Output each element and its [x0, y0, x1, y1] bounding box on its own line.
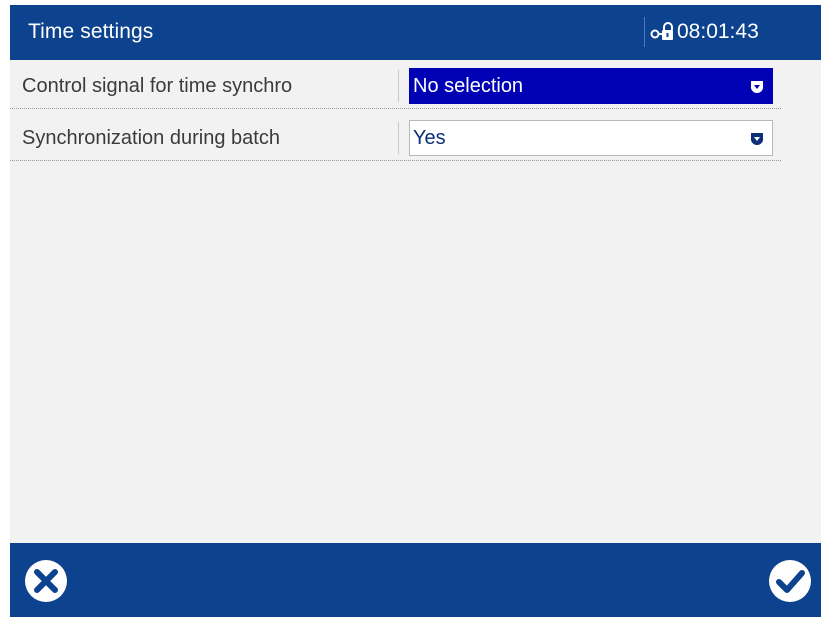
row-divider: [398, 70, 399, 102]
title-divider: [644, 17, 645, 47]
control-signal-dropdown[interactable]: No selection: [409, 68, 773, 104]
checkmark-icon: [769, 560, 811, 602]
batch-sync-dropdown[interactable]: Yes: [409, 120, 773, 156]
setting-label: Control signal for time synchro: [22, 75, 293, 97]
dropdown-value: Yes: [413, 127, 446, 149]
page-title: Time settings: [28, 20, 154, 43]
close-icon: [25, 560, 67, 602]
row-divider: [398, 122, 399, 154]
dropdown-arrow-icon: [750, 81, 764, 94]
setting-row-control-signal: Control signal for time synchro No selec…: [10, 64, 781, 109]
dropdown-arrow-icon: [750, 133, 764, 146]
footer-bar: [10, 543, 821, 617]
cancel-button[interactable]: [24, 559, 68, 603]
lock-icon: [650, 22, 673, 40]
setting-row-batch-sync: Synchronization during batch Yes: [10, 116, 781, 161]
clock-time: 08:01:43: [677, 20, 759, 43]
settings-window: Time settings 08:01:43 Control signal fo…: [10, 5, 821, 617]
title-bar: Time settings 08:01:43: [10, 5, 821, 60]
setting-label: Synchronization during batch: [22, 127, 280, 149]
confirm-button[interactable]: [768, 559, 812, 603]
dropdown-value: No selection: [413, 75, 524, 97]
